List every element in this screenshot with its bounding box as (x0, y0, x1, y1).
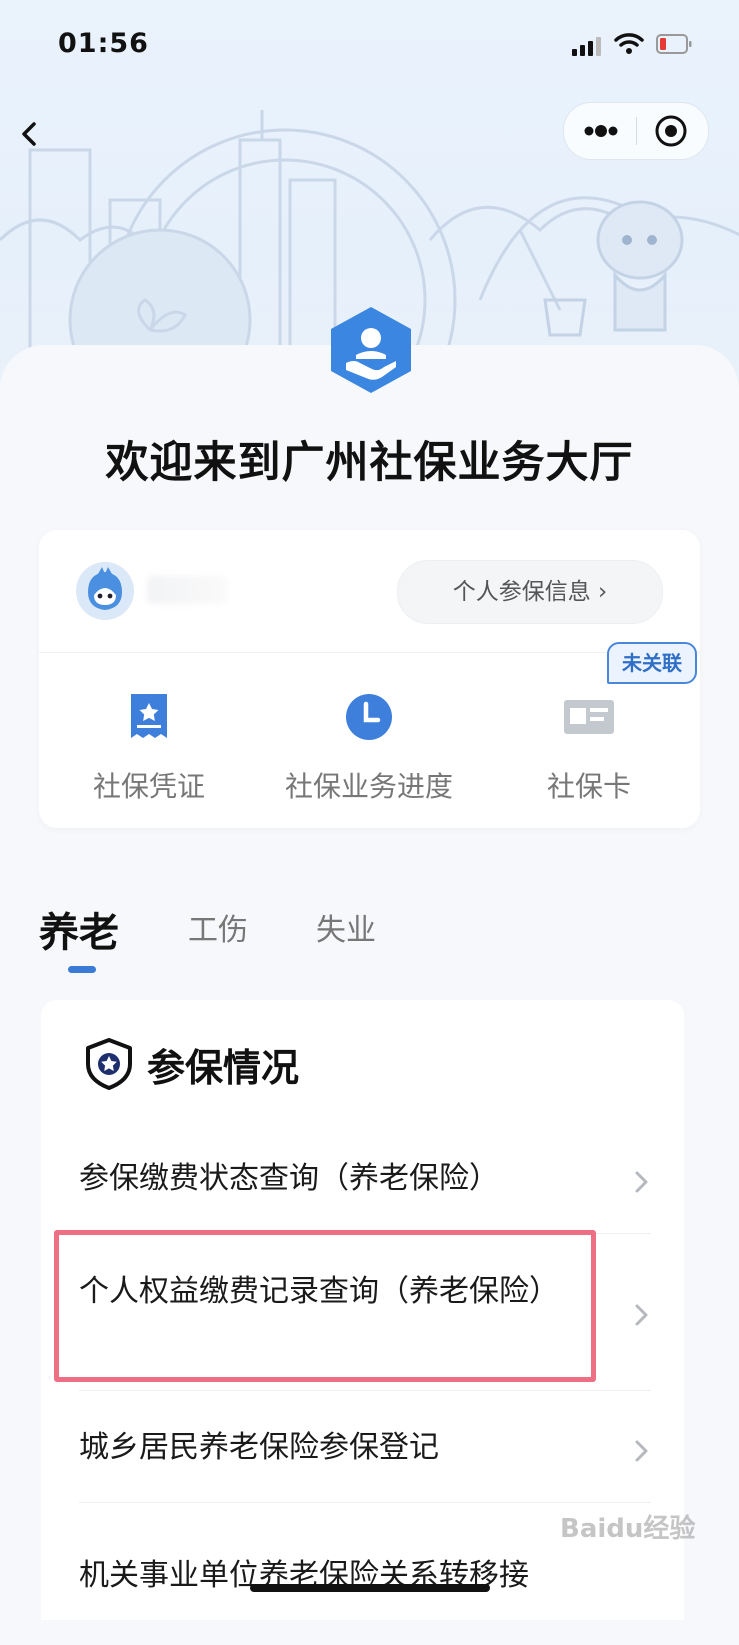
user-name-redacted (147, 576, 227, 604)
cellular-signal-icon (572, 37, 601, 56)
certificate-icon (131, 694, 167, 738)
divider (79, 1502, 651, 1503)
miniprogram-capsule (563, 102, 709, 160)
tab-pension[interactable]: 养老 (39, 900, 119, 958)
back-button[interactable] (12, 112, 52, 156)
battery-icon (656, 34, 692, 54)
active-tab-indicator (68, 966, 96, 973)
capsule-divider (636, 117, 637, 145)
list-item-label: 城乡居民养老保险参保登记 (79, 1430, 439, 1465)
shield-star-icon (86, 1038, 132, 1090)
chevron-right-icon (635, 1171, 648, 1193)
list-item-payment-status[interactable]: 参保缴费状态查询（养老保险） (79, 1155, 651, 1234)
watermark: Baidu经验 (560, 1514, 696, 1544)
card-icon (564, 700, 614, 734)
close-miniprogram-icon[interactable] (654, 114, 688, 148)
status-time: 01:56 (58, 28, 149, 59)
divider (39, 652, 700, 653)
profile-card: 个人参保信息 › 社保凭证 社保业务进度 社保卡 未关联 (39, 530, 700, 828)
status-bar: 01:56 (0, 0, 739, 90)
avatar[interactable] (76, 562, 134, 620)
quick-action-progress[interactable]: 社保业务进度 (259, 670, 479, 810)
chevron-right-icon (635, 1440, 648, 1462)
quick-action-social-security-card[interactable]: 社保卡 (479, 670, 699, 810)
divider (79, 1390, 651, 1391)
social-security-logo (331, 307, 411, 393)
tab-unemployment[interactable]: 失业 (316, 905, 376, 949)
personal-insurance-info-button[interactable]: 个人参保信息 › (397, 560, 663, 624)
section-title: 参保情况 (147, 1046, 300, 1090)
quick-action-label: 社保凭证 (92, 770, 205, 803)
wifi-icon (614, 33, 644, 54)
more-options-icon[interactable] (580, 119, 622, 143)
home-indicator (250, 1584, 490, 1592)
not-linked-badge: 未关联 (607, 642, 697, 684)
quick-action-certificate[interactable]: 社保凭证 (39, 670, 259, 810)
tab-work-injury[interactable]: 工伤 (188, 905, 248, 949)
quick-action-label: 社保卡 (546, 770, 631, 803)
list-item-label: 参保缴费状态查询（养老保险） (79, 1161, 499, 1196)
mascot-avatar-icon (76, 562, 134, 620)
clock-icon (346, 694, 392, 740)
chevron-right-icon (635, 1304, 648, 1326)
page-title: 欢迎来到广州社保业务大厅 (105, 438, 634, 488)
quick-action-label: 社保业务进度 (284, 770, 453, 803)
highlight-annotation (54, 1230, 596, 1382)
list-item-resident-registration[interactable]: 城乡居民养老保险参保登记 (79, 1424, 651, 1503)
